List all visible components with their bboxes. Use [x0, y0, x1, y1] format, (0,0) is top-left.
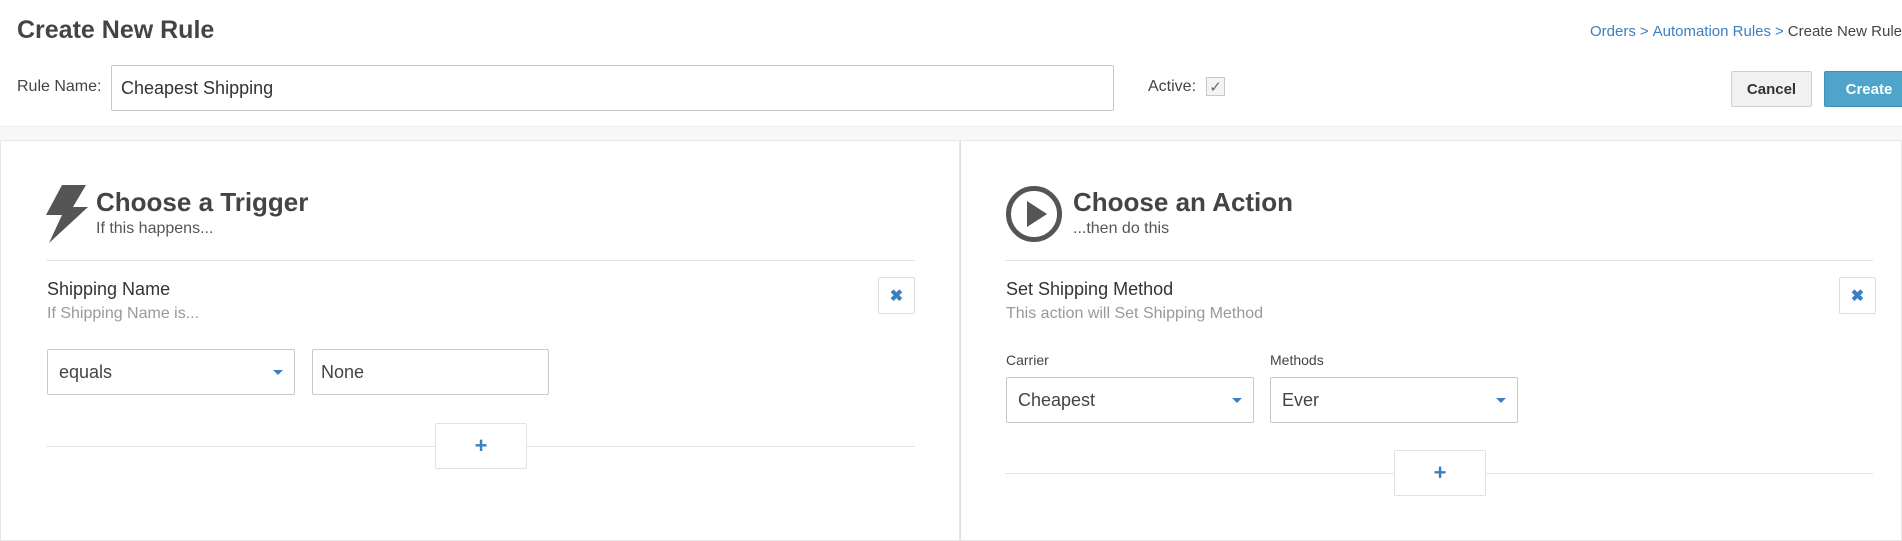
action-panel: Choose an Action ...then do this Set Shi…: [960, 140, 1902, 541]
chevron-down-icon: [273, 370, 283, 375]
trigger-value-input[interactable]: [312, 349, 549, 395]
methods-select[interactable]: Ever: [1270, 377, 1518, 423]
trigger-remove-button[interactable]: ✖: [878, 277, 915, 314]
trigger-item-description: If Shipping Name is...: [47, 305, 200, 322]
checkmark-icon: ✓: [1209, 78, 1222, 96]
trigger-panel: Choose a Trigger If this happens... Ship…: [0, 140, 960, 541]
page-title: Create New Rule: [17, 16, 215, 44]
breadcrumb-current: Create New Rule: [1787, 23, 1902, 40]
action-remove-button[interactable]: ✖: [1839, 277, 1876, 314]
breadcrumb-orders-link[interactable]: Orders: [1590, 23, 1636, 40]
close-icon: ✖: [1850, 287, 1865, 305]
action-divider: [1005, 260, 1873, 261]
add-trigger-button[interactable]: +: [435, 423, 527, 469]
action-item-description: This action will Set Shipping Method: [1006, 305, 1264, 322]
breadcrumb: Orders > Automation Rules > Create New Rule: [1590, 23, 1902, 40]
header-divider: [0, 126, 1902, 140]
breadcrumb-separator: >: [1775, 23, 1784, 40]
carrier-value: Cheapest: [1018, 389, 1096, 410]
active-checkbox[interactable]: ✓: [1206, 77, 1225, 96]
chevron-down-icon: [1496, 398, 1506, 403]
methods-label: Methods: [1270, 352, 1324, 368]
trigger-operator-select[interactable]: equals: [47, 349, 295, 395]
trigger-divider: [46, 260, 915, 261]
breadcrumb-separator: >: [1639, 23, 1649, 40]
chevron-down-icon: [1232, 398, 1242, 403]
carrier-label: Carrier: [1006, 352, 1049, 368]
methods-value: Ever: [1282, 389, 1320, 410]
close-icon: ✖: [889, 287, 904, 305]
rule-name-label: Rule Name:: [17, 78, 102, 95]
active-label: Active:: [1148, 78, 1197, 95]
cancel-button[interactable]: Cancel: [1731, 71, 1812, 107]
add-action-button[interactable]: +: [1394, 450, 1486, 496]
action-subtitle: ...then do this: [1073, 220, 1170, 237]
trigger-subtitle: If this happens...: [96, 220, 214, 237]
breadcrumb-automation-rules-link[interactable]: Automation Rules: [1653, 23, 1771, 40]
lightning-bolt-icon: [46, 185, 88, 243]
trigger-title: Choose a Trigger: [96, 187, 309, 217]
trigger-operator-value: equals: [59, 361, 113, 382]
trigger-item-title: Shipping Name: [47, 279, 171, 299]
carrier-select[interactable]: Cheapest: [1006, 377, 1254, 423]
create-button[interactable]: Create: [1824, 71, 1902, 107]
action-item-title: Set Shipping Method: [1006, 279, 1174, 299]
rule-name-input[interactable]: [111, 65, 1114, 111]
action-title: Choose an Action: [1073, 187, 1294, 217]
play-circle-icon: [1006, 186, 1062, 242]
